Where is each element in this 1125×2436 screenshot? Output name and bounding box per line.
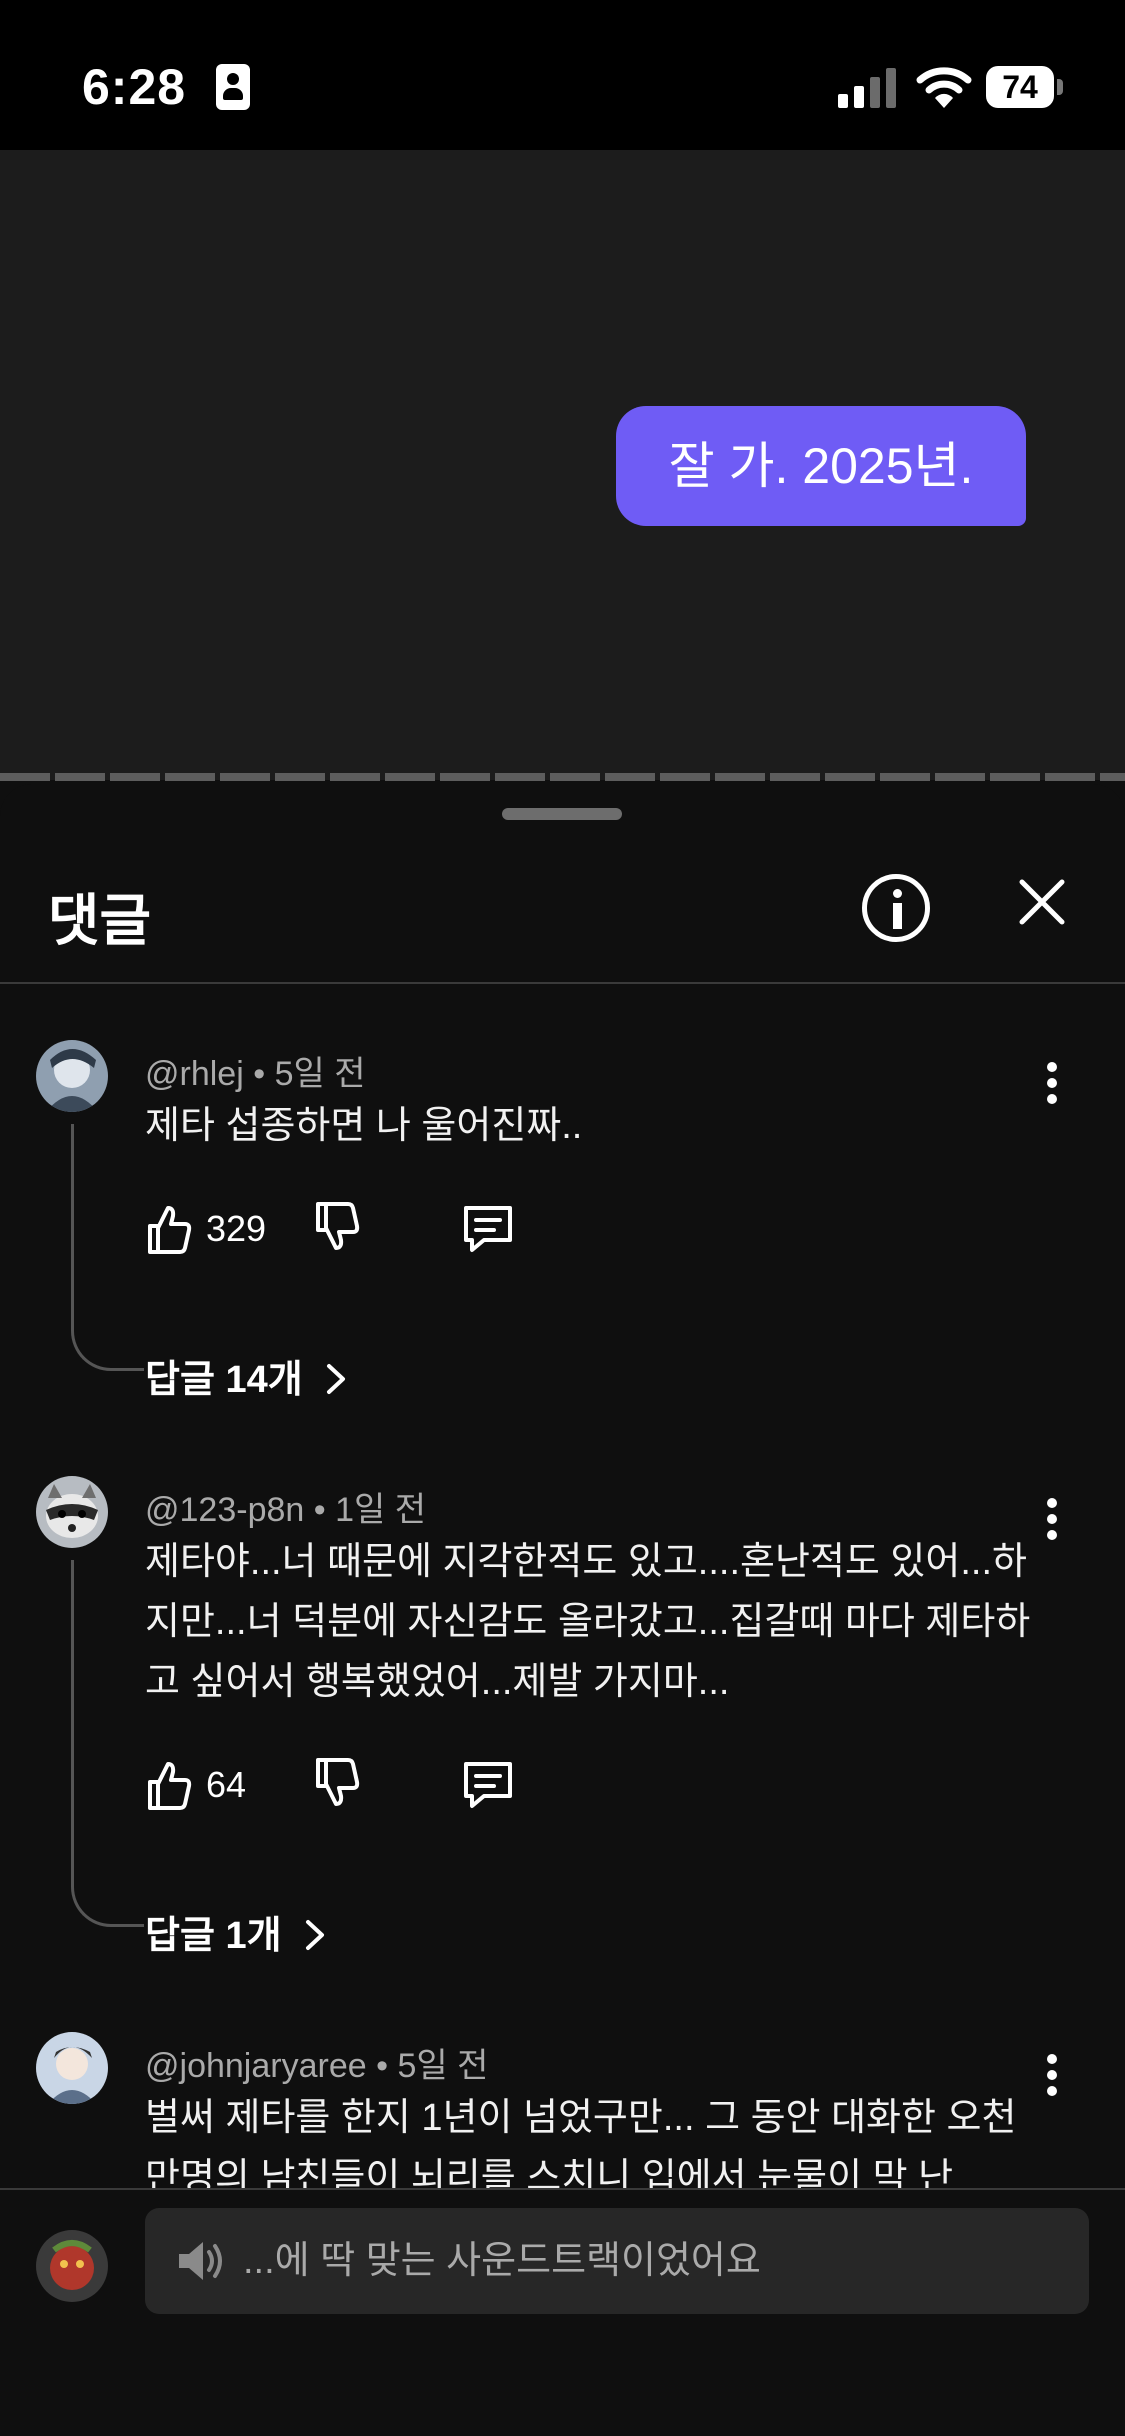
comment-age: 5일 전 [397,2047,489,2085]
comment-input-placeholder: ...에 딱 맞는 사운드트랙이었어요 [243,2240,761,2282]
info-icon[interactable] [862,874,930,942]
comment-text: 벌써 제타를 한지 1년이 넘었구만... 그 동안 대화한 오천만명의 남친들… [145,2097,1017,2188]
comment-author[interactable]: @johnjaryaree [145,2047,367,2085]
comment-reply-icon[interactable] [460,1754,516,1814]
replies-label: 답글 14개 [145,1359,303,1401]
comment-composer: ...에 딱 맞는 사운드트랙이었어요 [0,2190,1125,2436]
video-player[interactable]: 잘 가. 2025년. [0,150,1125,780]
comment-age: 1일 전 [335,1491,427,1529]
comment-text: 제타 섭종하면 나 울어진짜.. [145,1105,583,1147]
view-replies-button[interactable]: 답글 14개 [145,1348,349,1403]
thumbs-up-icon[interactable] [144,1754,194,1814]
meta-separator: • [376,2047,398,2085]
battery-percent: 74 [1002,69,1038,105]
like-count: 329 [206,1208,267,1249]
replies-label: 답글 1개 [145,1915,282,1957]
status-bar: 6:28 74 [0,0,1125,150]
comment-meta: @123-p8n • 1일 전 [145,1482,426,1531]
chevron-right-icon [306,1920,325,1950]
chat-bubble: 잘 가. 2025년. [616,406,1026,526]
battery-icon: 74 [986,66,1066,108]
comment-text: 제타야...너 때문에 지각한적도 있고....혼난적도 있어...하지만...… [145,1541,1031,1703]
divider [0,982,1125,984]
avatar[interactable] [36,2032,108,2104]
comment-input[interactable]: ...에 딱 맞는 사운드트랙이었어요 [145,2208,1089,2314]
comment-author[interactable]: @123-p8n [145,1491,304,1529]
meta-separator: • [253,1055,275,1093]
comment-author[interactable]: @rhlej [145,1055,244,1093]
close-icon[interactable] [1012,872,1072,932]
avatar[interactable] [36,1476,108,1548]
thread-line [71,1560,144,1927]
speaker-icon [179,2242,222,2280]
comment-item: @johnjaryaree • 5일 전 벌써 제타를 한지 1년이 넘었구만.… [0,2032,1125,2188]
comment-meta: @johnjaryaree • 5일 전 [145,2038,488,2087]
sheet-drag-handle[interactable] [502,808,622,820]
like-count: 64 [206,1764,247,1805]
sheet-title: 댓글 [48,889,152,952]
video-progress-bar[interactable] [0,773,1125,781]
avatar [36,2230,108,2302]
avatar[interactable] [36,1040,108,1112]
wifi-icon [916,67,972,108]
thumbs-up-icon[interactable] [144,1198,194,1258]
thumbs-down-icon[interactable] [312,1754,362,1814]
chevron-right-icon [327,1364,346,1394]
comment-age: 5일 전 [274,1055,366,1093]
meta-separator: • [313,1491,336,1529]
cellular-signal-icon [838,68,896,108]
comment-reply-icon[interactable] [460,1198,516,1258]
comment-meta: @rhlej • 5일 전 [145,1046,366,1095]
view-replies-button[interactable]: 답글 1개 [145,1904,328,1959]
contact-card-icon [216,64,250,110]
thread-line [71,1124,144,1371]
thumbs-down-icon[interactable] [312,1198,362,1258]
status-time: 6:28 [82,59,187,115]
